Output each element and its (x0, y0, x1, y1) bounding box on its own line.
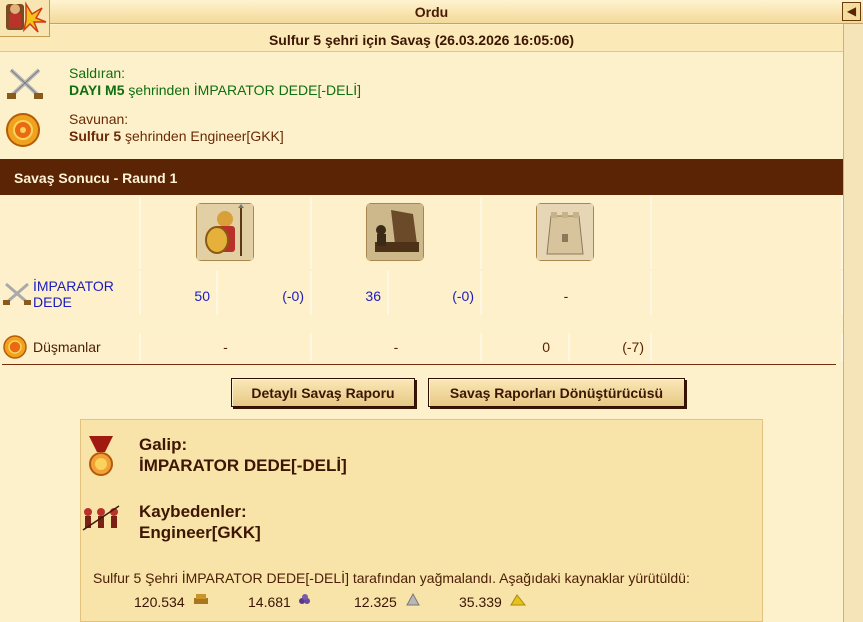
unit-count: 0 (542, 339, 550, 355)
loot-description: Sulfur 5 Şehri İMPARATOR DEDE[-DELİ] tar… (93, 570, 690, 586)
divider (2, 364, 836, 365)
army-corner-icon[interactable] (0, 0, 50, 37)
marble-amount: 12.325 (354, 594, 397, 610)
attacker-city[interactable]: DAYI M5 (69, 82, 125, 98)
attacker-line: DAYI M5 şehrinden İMPARATOR DEDE[-DELİ] (69, 82, 361, 98)
report-converter-button[interactable]: Savaş Raporları Dönüştürücüsü (428, 378, 685, 407)
sulfur-icon (510, 592, 527, 606)
unit-image-row (0, 197, 843, 269)
wall-icon[interactable] (536, 203, 594, 261)
detailed-report-button[interactable]: Detaylı Savaş Raporu (231, 378, 415, 407)
window-title: Ordu (414, 4, 449, 20)
unit-cell-catapult (312, 197, 482, 269)
defender-line: Sulfur 5 şehrinden Engineer[GKK] (69, 128, 284, 144)
defender-city[interactable]: Sulfur 5 (69, 128, 121, 144)
back-arrow-icon[interactable]: ◀ (842, 2, 861, 21)
sulfur-amount: 35.339 (459, 594, 502, 610)
loser-label: Kaybedenler: (139, 502, 247, 521)
battle-title: Sulfur 5 şehri için Savaş (26.03.2026 16… (0, 25, 843, 52)
unit-loss: (-7) (622, 339, 644, 355)
unit-count: 50 (194, 288, 210, 304)
shield-icon (3, 335, 27, 364)
defender-info: Savunan: Sulfur 5 şehrinden Engineer[GKK… (0, 108, 843, 152)
defender-label: Savunan: (69, 111, 129, 127)
unit-loss: (-0) (452, 288, 474, 304)
wood-icon (193, 592, 209, 606)
defeated-troops-icon (81, 504, 121, 537)
scrollbar[interactable] (843, 24, 863, 622)
enemy-name: Düşmanlar (33, 339, 101, 355)
battle-outcome-box: Galip: İMPARATOR DEDE[-DELİ] Kaybedenler… (80, 419, 763, 622)
catapult-icon[interactable] (366, 203, 424, 261)
unit-count: 36 (365, 288, 381, 304)
player-row: İMPARATOR DEDE 50 (-0) 36 (-0) - (0, 271, 843, 315)
defender-player: şehrinden Engineer[GKK] (121, 128, 284, 144)
window-title-bar: Ordu ◀ (0, 0, 863, 24)
wine-amount: 14.681 (248, 594, 291, 610)
shield-icon (6, 112, 44, 148)
medal-icon (87, 436, 115, 483)
attacker-player: şehrinden İMPARATOR DEDE[-DELİ] (124, 82, 362, 98)
unit-count: - (393, 339, 399, 355)
unit-count: - (223, 339, 228, 355)
winner-name: İMPARATOR DEDE[-DELİ] (139, 456, 347, 475)
battle-result-header: Savaş Sonucu - Raund 1 (0, 159, 843, 195)
crossed-swords-icon (3, 281, 31, 312)
unit-loss: (-0) (282, 288, 304, 304)
wood-amount: 120.534 (134, 594, 185, 610)
attacker-info: Saldıran: DAYI M5 şehrinden İMPARATOR DE… (0, 62, 843, 106)
wine-icon (297, 592, 313, 606)
loser-name: Engineer[GKK] (139, 523, 261, 542)
player-name[interactable]: İMPARATOR DEDE (33, 278, 133, 310)
hoplite-icon[interactable] (196, 203, 254, 261)
unit-count: - (563, 288, 569, 304)
unit-cell-wall (482, 197, 652, 269)
attacker-label: Saldıran: (69, 65, 126, 81)
marble-icon (405, 592, 421, 606)
winner-label: Galip: (139, 435, 188, 454)
unit-cell-hoplite (141, 197, 312, 269)
crossed-swords-icon (6, 66, 44, 102)
enemy-row: Düşmanlar - - 0 (-7) (0, 333, 843, 361)
